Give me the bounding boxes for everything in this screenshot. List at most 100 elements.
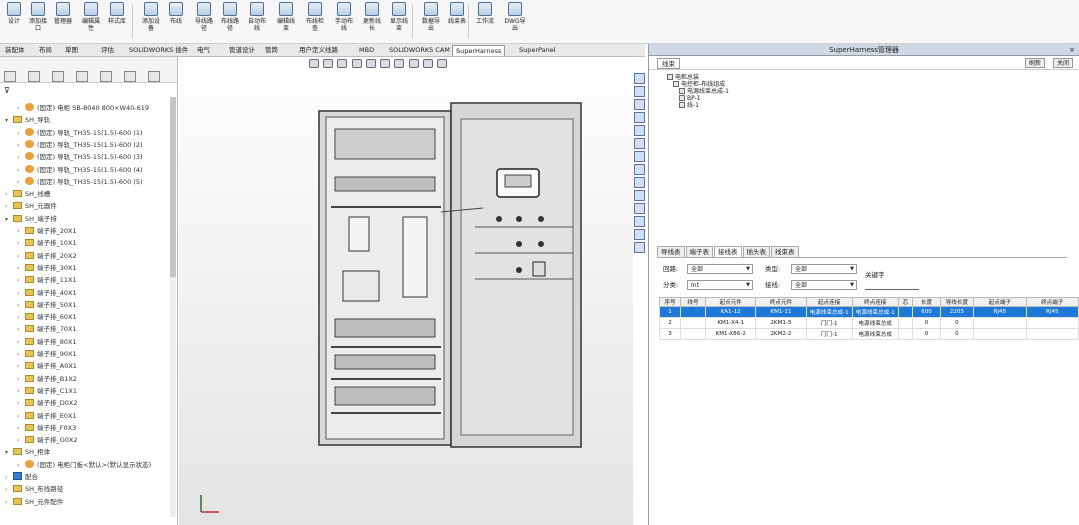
collapsed-chevron-icon[interactable]: › <box>17 300 25 312</box>
tab-12[interactable]: SuperPanel <box>516 45 559 56</box>
tree-node[interactable]: › 端子排_G0X2 <box>17 434 78 446</box>
tab-7[interactable]: 管筒 <box>262 45 281 56</box>
filter-icon[interactable]: ⊽ <box>4 86 10 95</box>
collapsed-chevron-icon[interactable]: › <box>17 435 25 447</box>
tab-4[interactable]: SOLIDWORKS 插件 <box>126 45 191 56</box>
tree-node[interactable]: › (固定) 导轨_TH35-15(1.5)-600 (3) <box>17 151 143 163</box>
collapsed-chevron-icon[interactable]: › <box>17 263 25 275</box>
cam-icon[interactable] <box>124 71 136 82</box>
collapsed-chevron-icon[interactable]: › <box>17 288 25 300</box>
collapsed-chevron-icon[interactable]: › <box>17 165 25 177</box>
ribbon-button[interactable]: 添加接口 <box>27 2 49 40</box>
ribbon-button[interactable]: 布线检查 <box>304 2 326 40</box>
table-row[interactable]: 2 KM1-X4-1 2KM1-5 门门-1 电源线束总成 0 0 <box>659 317 1079 329</box>
class-select[interactable]: Int ▼ <box>687 280 753 290</box>
solidworks-forum-icon[interactable] <box>634 151 645 162</box>
ribbon-button[interactable]: 样式库 <box>106 2 128 40</box>
column-header[interactable]: 长度 <box>912 297 941 307</box>
collapsed-chevron-icon[interactable]: › <box>5 472 13 484</box>
collapsed-chevron-icon[interactable]: › <box>17 251 25 263</box>
tab-2[interactable]: 草图 <box>62 45 81 56</box>
tree-node[interactable]: › (固定) 导轨_TH35-15(1.5)-600 (1) <box>17 127 143 139</box>
collapsed-chevron-icon[interactable]: › <box>17 238 25 250</box>
expanded-chevron-icon[interactable]: ▾ <box>5 115 13 127</box>
tree-node[interactable]: › 端子排_11X1 <box>17 274 77 286</box>
cable-icon[interactable] <box>634 203 645 214</box>
tree-node[interactable]: › (固定) 电柜 SB-8040 800×W40-619 <box>17 102 149 114</box>
collapsed-chevron-icon[interactable]: › <box>17 386 25 398</box>
tree-node[interactable]: › 端子排_30X1 <box>17 262 77 274</box>
column-header[interactable]: 起点连接 <box>805 297 853 307</box>
tree-node[interactable]: ▾ SH_端子排 <box>5 213 57 225</box>
collapsed-chevron-icon[interactable]: › <box>17 460 25 472</box>
harness-tree-node[interactable]: 电柜总装 <box>667 74 729 81</box>
ribbon-button[interactable]: 显示线束 <box>388 2 410 40</box>
ribbon-button[interactable]: 布线 <box>165 2 187 40</box>
collapsed-chevron-icon[interactable]: › <box>5 497 13 509</box>
ribbon-button[interactable]: 手动布线 <box>333 2 355 40</box>
ribbon-button[interactable]: 编辑属性 <box>80 2 102 40</box>
tab-0[interactable]: 装配体 <box>2 45 28 56</box>
close-icon[interactable]: × <box>1069 44 1075 56</box>
ribbon-button[interactable]: 线束表 <box>446 2 468 40</box>
custom-props-icon[interactable] <box>634 138 645 149</box>
tree-node[interactable]: › 端子排_20X2 <box>17 250 77 262</box>
tree-node[interactable]: › 端子排_D0X2 <box>17 397 77 409</box>
table-row[interactable]: 1 KA1-12 KM1-11 电源线束总成-1 电源线束总成-1 600 2205 RJ45… <box>659 306 1079 318</box>
circuit-select[interactable]: 全部 ▼ <box>687 264 753 274</box>
tree-node[interactable]: › 端子排_E0X1 <box>17 410 77 422</box>
ribbon-button[interactable]: 自动布线 <box>246 2 268 40</box>
tree-node[interactable]: › 配合 <box>5 471 38 483</box>
design-library-icon[interactable] <box>634 86 645 97</box>
display-manager-icon[interactable] <box>100 71 112 82</box>
tree-node[interactable]: › 端子排_90X1 <box>17 348 77 360</box>
tree-node[interactable]: › 端子排_80X1 <box>17 336 77 348</box>
ribbon-button[interactable]: 导线路径 <box>193 2 215 40</box>
ribbon-button[interactable]: 更新线长 <box>361 2 383 40</box>
tree-node[interactable]: › SH_布线路径 <box>5 483 63 495</box>
tree-node[interactable]: › SH_线槽 <box>5 188 50 200</box>
terminal-icon[interactable] <box>634 216 645 227</box>
column-header[interactable]: 终点元件 <box>755 297 807 307</box>
ribbon-button[interactable]: 数据导出 <box>420 2 442 40</box>
settings-icon[interactable] <box>634 229 645 240</box>
column-header[interactable]: 终点端子 <box>1025 297 1079 307</box>
view-palette-icon[interactable] <box>634 112 645 123</box>
wire-icon[interactable] <box>634 190 645 201</box>
collapsed-chevron-icon[interactable]: › <box>17 152 25 164</box>
property-manager-icon[interactable] <box>28 71 40 82</box>
ribbon-button[interactable]: 工作流 <box>474 2 496 40</box>
collapsed-chevron-icon[interactable]: › <box>5 189 13 201</box>
tree-node[interactable]: › 端子排_10X1 <box>17 237 77 249</box>
collapsed-chevron-icon[interactable]: › <box>5 484 13 496</box>
harness-tree-node[interactable]: BP-1 <box>667 95 729 102</box>
tree-node[interactable]: ▾ SH_导轨 <box>5 114 50 126</box>
harness-tree-node[interactable]: 电源线束总成-1 <box>667 88 729 95</box>
collapsed-chevron-icon[interactable]: › <box>17 349 25 361</box>
tab-wire-2[interactable]: 接线表 <box>714 246 742 257</box>
keyword-input[interactable] <box>865 280 919 290</box>
tree-node[interactable]: › (固定) 导轨_TH35-15(1.5)-600 (4) <box>17 164 143 176</box>
tab-5[interactable]: 电气 <box>194 45 213 56</box>
collapsed-chevron-icon[interactable]: › <box>17 337 25 349</box>
tree-node[interactable]: › 端子排_50X1 <box>17 299 77 311</box>
tree-node[interactable]: › 端子排_C1X1 <box>17 385 77 397</box>
dim-expert-icon[interactable] <box>76 71 88 82</box>
column-header[interactable]: 导线长度 <box>939 297 975 307</box>
feature-tree-icon[interactable] <box>4 71 16 82</box>
appearances-icon[interactable] <box>634 125 645 136</box>
panel-icon[interactable] <box>634 177 645 188</box>
column-header[interactable]: 线号 <box>679 297 707 307</box>
table-row[interactable]: 3 KM1-X86-2 2KM2-2 门门-1 电源线束总成 0 0 <box>659 328 1079 340</box>
expanded-chevron-icon[interactable]: ▾ <box>5 214 13 226</box>
tree-node[interactable]: › 端子排_F0X3 <box>17 422 76 434</box>
collapsed-chevron-icon[interactable]: › <box>17 128 25 140</box>
tab-harness[interactable]: 线束 <box>657 58 680 69</box>
column-header[interactable]: 芯 <box>897 297 914 307</box>
tree-node[interactable]: › SH_元件配件 <box>5 496 63 508</box>
tab-8[interactable]: 用户定义线路 <box>296 45 341 56</box>
tab-wire-0[interactable]: 导线表 <box>657 246 685 257</box>
collapsed-chevron-icon[interactable]: › <box>17 312 25 324</box>
help-icon[interactable] <box>634 242 645 253</box>
collapsed-chevron-icon[interactable]: › <box>17 103 25 115</box>
